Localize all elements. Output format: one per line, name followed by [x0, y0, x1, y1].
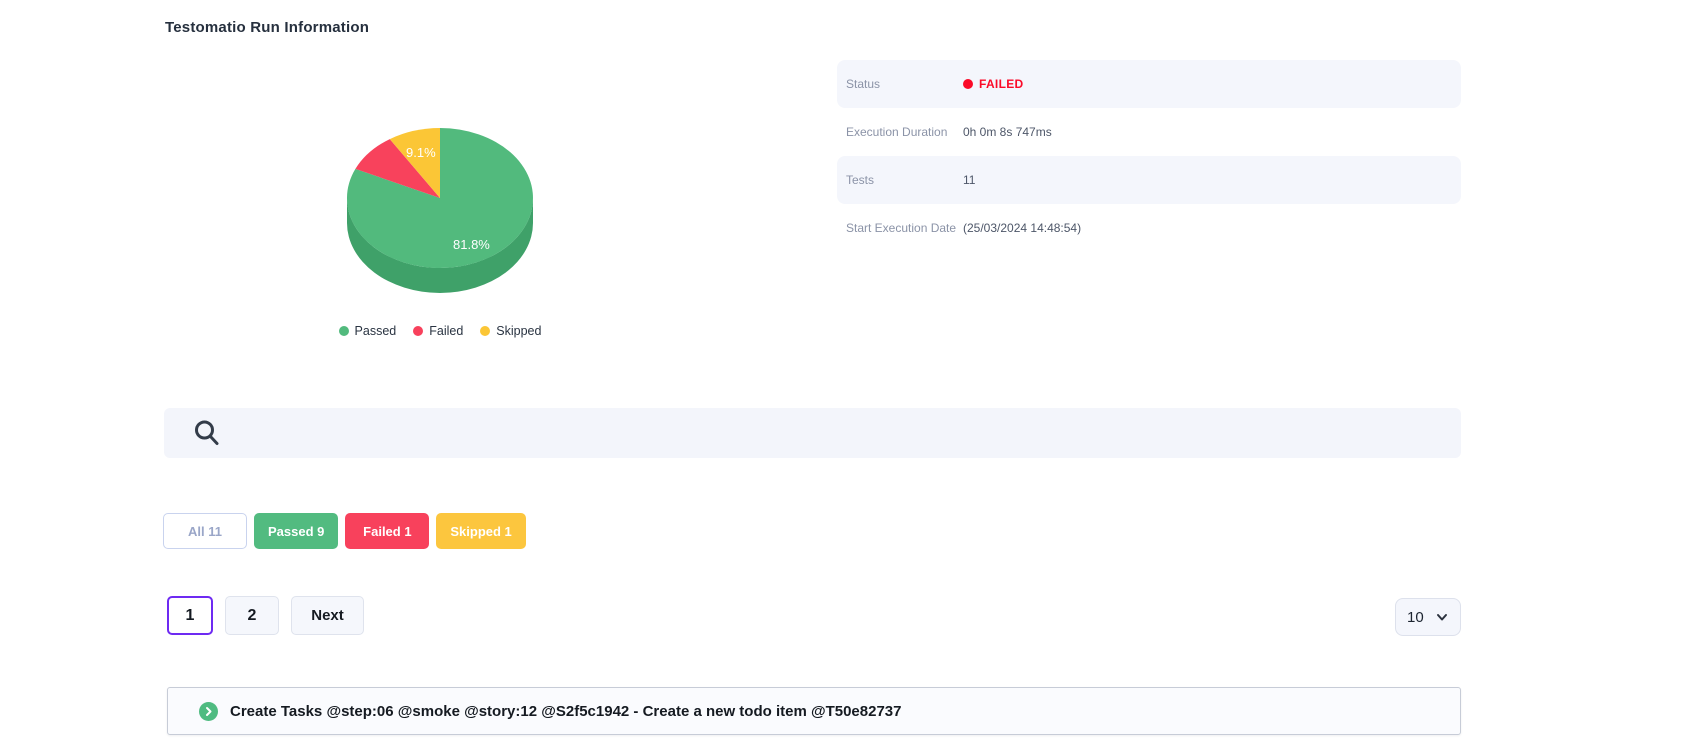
- search-bar[interactable]: [164, 408, 1461, 458]
- passed-dot-icon: [339, 326, 349, 336]
- table-row-tests: Tests 11: [837, 156, 1461, 204]
- legend-item-skipped[interactable]: Skipped: [480, 324, 541, 338]
- chart-legend: Passed Failed Skipped: [330, 324, 550, 338]
- legend-label: Skipped: [496, 324, 541, 338]
- run-info-table: Status FAILED Execution Duration 0h 0m 8…: [837, 60, 1461, 252]
- page-2-button[interactable]: 2: [225, 596, 279, 635]
- legend-item-passed[interactable]: Passed: [339, 324, 397, 338]
- status-dot-icon: [963, 79, 973, 89]
- page-1-button[interactable]: 1: [167, 596, 213, 635]
- results-pie-chart: 81.8% 9.1%: [340, 118, 540, 298]
- status-text: FAILED: [979, 77, 1023, 91]
- row-label: Start Execution Date: [846, 221, 963, 235]
- filter-passed-button[interactable]: Passed 9: [254, 513, 338, 549]
- legend-item-failed[interactable]: Failed: [413, 324, 463, 338]
- table-row-start-date: Start Execution Date (25/03/2024 14:48:5…: [837, 204, 1461, 252]
- next-page-button[interactable]: Next: [291, 596, 364, 635]
- page-title: Testomatio Run Information: [165, 19, 369, 36]
- filter-skipped-button[interactable]: Skipped 1: [436, 513, 525, 549]
- filter-failed-button[interactable]: Failed 1: [345, 513, 429, 549]
- per-page-value: 10: [1407, 609, 1424, 626]
- legend-label: Passed: [355, 324, 397, 338]
- row-label: Tests: [846, 173, 963, 187]
- filter-all-button[interactable]: All 11: [163, 513, 247, 549]
- test-row[interactable]: Create Tasks @step:06 @smoke @story:12 @…: [167, 687, 1461, 735]
- chevron-down-icon: [1435, 610, 1449, 624]
- per-page-select[interactable]: 10: [1395, 598, 1461, 636]
- pagination: 1 2 Next: [167, 596, 364, 635]
- row-value: 0h 0m 8s 747ms: [963, 125, 1052, 139]
- chevron-right-icon[interactable]: [199, 702, 218, 721]
- skipped-dot-icon: [480, 326, 490, 336]
- row-label: Execution Duration: [846, 125, 963, 139]
- table-row-duration: Execution Duration 0h 0m 8s 747ms: [837, 108, 1461, 156]
- row-value: (25/03/2024 14:48:54): [963, 221, 1081, 235]
- run-report-page: Testomatio Run Information 81.8% 9.1% Pa…: [0, 0, 1700, 750]
- search-input[interactable]: [235, 408, 1461, 458]
- pie-label-skipped: 9.1%: [406, 145, 436, 160]
- failed-dot-icon: [413, 326, 423, 336]
- pie-label-passed: 81.8%: [453, 237, 490, 252]
- status-badge: FAILED: [963, 77, 1023, 91]
- row-value: 11: [963, 173, 975, 187]
- status-filters: All 11 Passed 9 Failed 1 Skipped 1: [163, 513, 526, 549]
- pie-chart-svg: 81.8% 9.1%: [340, 118, 540, 298]
- test-title: Create Tasks @step:06 @smoke @story:12 @…: [230, 703, 901, 720]
- row-label: Status: [846, 77, 963, 91]
- search-icon: [191, 417, 223, 449]
- table-row-status: Status FAILED: [837, 60, 1461, 108]
- legend-label: Failed: [429, 324, 463, 338]
